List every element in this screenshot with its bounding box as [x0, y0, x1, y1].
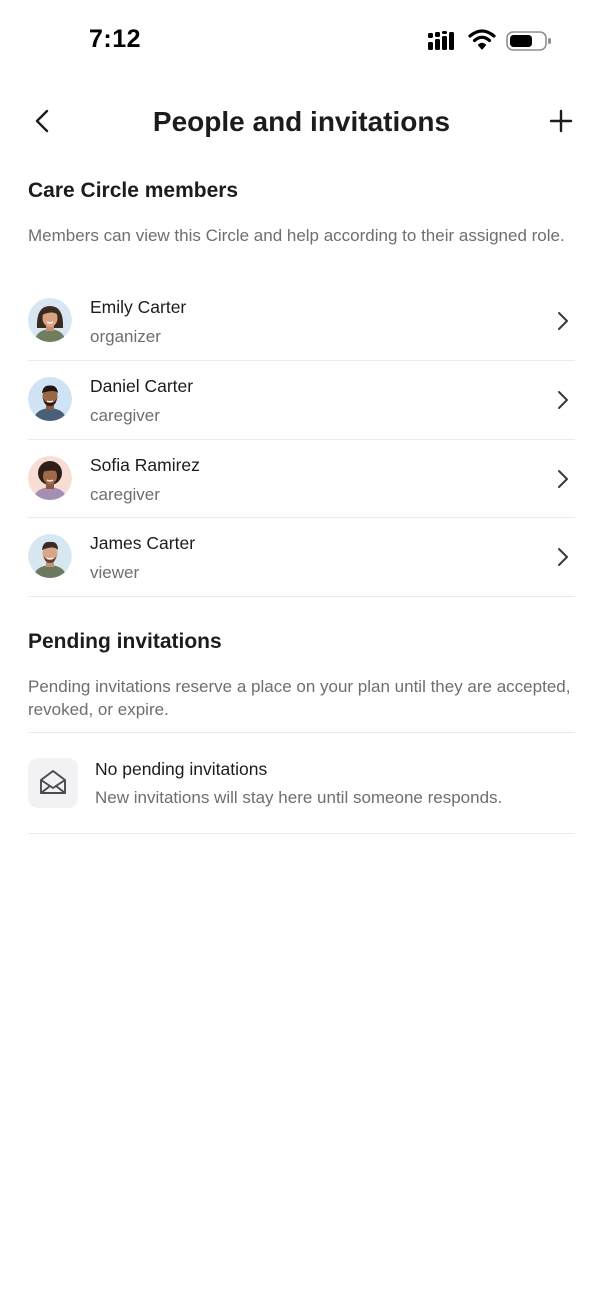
member-list: Emily Carter organizer Daniel Carter car…	[28, 282, 575, 598]
wifi-icon	[468, 29, 496, 50]
member-name: Daniel Carter	[90, 375, 194, 396]
member-role: organizer	[90, 327, 161, 346]
status-time: 7:12	[89, 25, 142, 53]
screen: 7:12 People and invitations Care Circle …	[0, 0, 603, 1307]
navigation-bar: People and invitations	[0, 90, 603, 154]
add-plus-icon[interactable]	[546, 106, 576, 136]
members-section-description: Members can view this Circle and help ac…	[28, 226, 565, 245]
member-role: caregiver	[90, 484, 160, 504]
avatar	[28, 376, 72, 421]
member-name: Sofia Ramirez	[90, 454, 200, 475]
pending-section-title: Pending invitations	[28, 630, 222, 653]
member-row-sofia-ramirez[interactable]: Sofia Ramirez caregiver	[28, 440, 575, 519]
member-role: caregiver	[90, 405, 160, 425]
chevron-right-icon	[558, 390, 568, 409]
cellular-signal-icon	[428, 31, 454, 50]
chevron-right-icon	[558, 548, 568, 567]
empty-state-title: No pending invitations	[95, 759, 268, 779]
avatar	[28, 455, 72, 500]
member-row-emily-carter[interactable]: Emily Carter organizer	[28, 282, 575, 361]
member-row-james-carter[interactable]: James Carter viewer	[28, 518, 575, 598]
member-role: viewer	[90, 563, 140, 583]
member-row-daniel-carter[interactable]: Daniel Carter caregiver	[28, 361, 575, 440]
empty-state-subtitle: New invitations will stay here until som…	[95, 788, 503, 807]
divider	[28, 833, 575, 834]
members-section-title: Care Circle members	[28, 179, 239, 202]
page-title: People and invitations	[152, 106, 451, 137]
divider	[28, 732, 575, 733]
battery-icon	[506, 31, 551, 51]
member-name: James Carter	[90, 533, 196, 554]
chevron-right-icon	[558, 312, 568, 330]
chevron-right-icon	[558, 469, 568, 488]
avatar	[28, 298, 72, 342]
pending-section-description: Pending invitations reserve a place on y…	[28, 677, 571, 719]
member-name: Emily Carter	[90, 297, 187, 317]
empty-state-icon-container	[28, 758, 78, 808]
status-bar: 7:12	[0, 0, 603, 80]
avatar	[28, 534, 72, 579]
open-envelope-icon	[40, 770, 66, 794]
